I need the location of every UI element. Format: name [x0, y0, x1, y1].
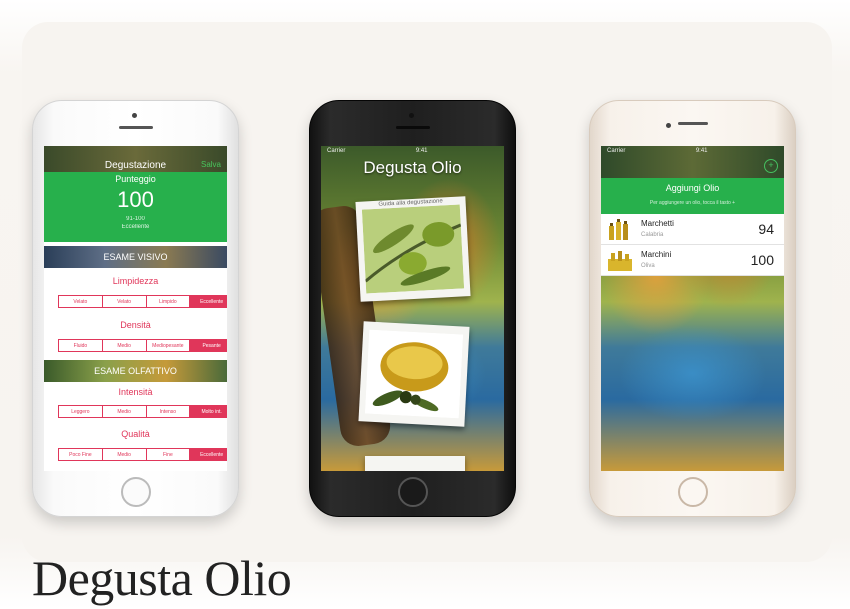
segmented-intensita: Leggero Medio Intenso Molto int.	[58, 405, 227, 418]
phone-center: Carrier 9:41 Degusta Olio Guida alla deg…	[309, 100, 516, 517]
segment-option[interactable]: Medio	[103, 449, 147, 460]
list-item[interactable]: Marchetti Calabria 94	[601, 214, 784, 245]
segment-option[interactable]: Intenso	[147, 406, 191, 417]
score-grade: Eccellente	[121, 224, 150, 230]
segment-option[interactable]: Fluido	[59, 340, 103, 351]
section-header-olfattivo: ESAME OLFATTIVO	[44, 360, 227, 382]
olive-branch-image	[361, 204, 465, 294]
status-carrier: Carrier	[607, 148, 626, 154]
item-score: 100	[750, 252, 774, 268]
nav-bar: Carrier 9:41 +	[601, 146, 784, 178]
category-label: Limpidezza	[112, 276, 159, 286]
nav-bar: Degustazione Salva	[44, 146, 227, 172]
add-icon[interactable]: +	[764, 159, 778, 173]
status-bar: Carrier 9:41	[607, 148, 778, 154]
item-name: Marchetti	[641, 219, 674, 228]
list-item[interactable]: Marchini Oliva 100	[601, 245, 784, 276]
speaker-grille	[678, 122, 708, 125]
save-button[interactable]: Salva	[201, 160, 221, 169]
status-time: 9:41	[695, 148, 708, 154]
phone-right-screen: Carrier 9:41 + Aggiungi Olio Per aggiung…	[601, 146, 784, 471]
section-header-visivo: ESAME VISIVO	[44, 246, 227, 268]
score-range: 91-100	[126, 216, 145, 222]
item-region: Calabria	[641, 232, 664, 238]
bottles-icon	[608, 251, 632, 271]
score-value: 100	[117, 187, 154, 212]
segment-option[interactable]: Velato	[59, 296, 103, 307]
segment-option[interactable]: Limpido	[147, 296, 191, 307]
segmented-limpidezza: Velato Velato Limpido Eccellente	[58, 295, 227, 308]
header-title: Aggiungi Olio	[665, 183, 720, 193]
segment-option[interactable]: Mediopesante	[147, 340, 191, 351]
home-button[interactable]	[678, 477, 708, 507]
app-name-heading: Degusta Olio	[32, 550, 292, 606]
segment-option[interactable]: Leggero	[59, 406, 103, 417]
segment-option[interactable]: Fine	[147, 449, 191, 460]
segmented-densita: Fluido Medio Mediopesante Pesante	[58, 339, 227, 352]
header-subtitle: Per aggiungere un olio, tocca il tasto +	[649, 200, 736, 206]
status-time: 9:41	[415, 148, 428, 154]
item-score: 94	[758, 221, 774, 237]
home-button[interactable]	[121, 477, 151, 507]
camera-dot	[666, 123, 671, 128]
segment-option-selected[interactable]: Molto int.	[190, 406, 227, 417]
segment-option-selected[interactable]: Eccellente	[190, 296, 227, 307]
category-label: Qualità	[121, 429, 150, 439]
bottles-icon	[609, 219, 628, 240]
segment-option-selected[interactable]: Eccellente	[190, 449, 227, 460]
category-label: Densità	[120, 320, 151, 330]
score-panel: Punteggio 100 91-100 Eccellente	[44, 172, 227, 242]
segment-option[interactable]: Velato	[103, 296, 147, 307]
header-panel: Aggiungi Olio Per aggiungere un olio, to…	[601, 178, 784, 214]
category-label: Intensità	[118, 387, 153, 397]
card-oil[interactable]	[358, 321, 470, 427]
card-partial[interactable]	[365, 456, 465, 471]
item-name: Marchini	[641, 250, 672, 259]
camera-dot	[132, 113, 137, 118]
phone-left-screen: Degustazione Salva Punteggio 100 91-100 …	[44, 146, 227, 471]
home-button[interactable]	[398, 477, 428, 507]
item-region: Oliva	[641, 263, 655, 269]
app-title: Degusta Olio	[363, 158, 462, 177]
nav-title: Degustazione	[104, 160, 167, 171]
camera-dot	[409, 113, 414, 118]
speaker-grille	[119, 126, 153, 129]
score-label: Punteggio	[115, 174, 156, 184]
segment-option[interactable]: Medio	[103, 340, 147, 351]
card-guide[interactable]: Guida alla degustazione	[355, 196, 471, 302]
phone-center-screen: Carrier 9:41 Degusta Olio Guida alla deg…	[321, 146, 504, 471]
status-bar: Carrier 9:41	[327, 148, 498, 154]
phone-left: Degustazione Salva Punteggio 100 91-100 …	[32, 100, 239, 517]
phone-right: Carrier 9:41 + Aggiungi Olio Per aggiung…	[589, 100, 796, 517]
segment-option[interactable]: Medio	[103, 406, 147, 417]
status-carrier: Carrier	[327, 148, 346, 154]
segment-option[interactable]: Poco Fine	[59, 449, 103, 460]
segmented-qualita: Poco Fine Medio Fine Eccellente	[58, 448, 227, 461]
segment-option-selected[interactable]: Pesante	[190, 340, 227, 351]
speaker-grille	[396, 126, 430, 129]
olive-oil-bowl-image	[364, 329, 464, 419]
oil-list: Marchetti Calabria 94 Marchini Oliva 100	[601, 214, 784, 276]
